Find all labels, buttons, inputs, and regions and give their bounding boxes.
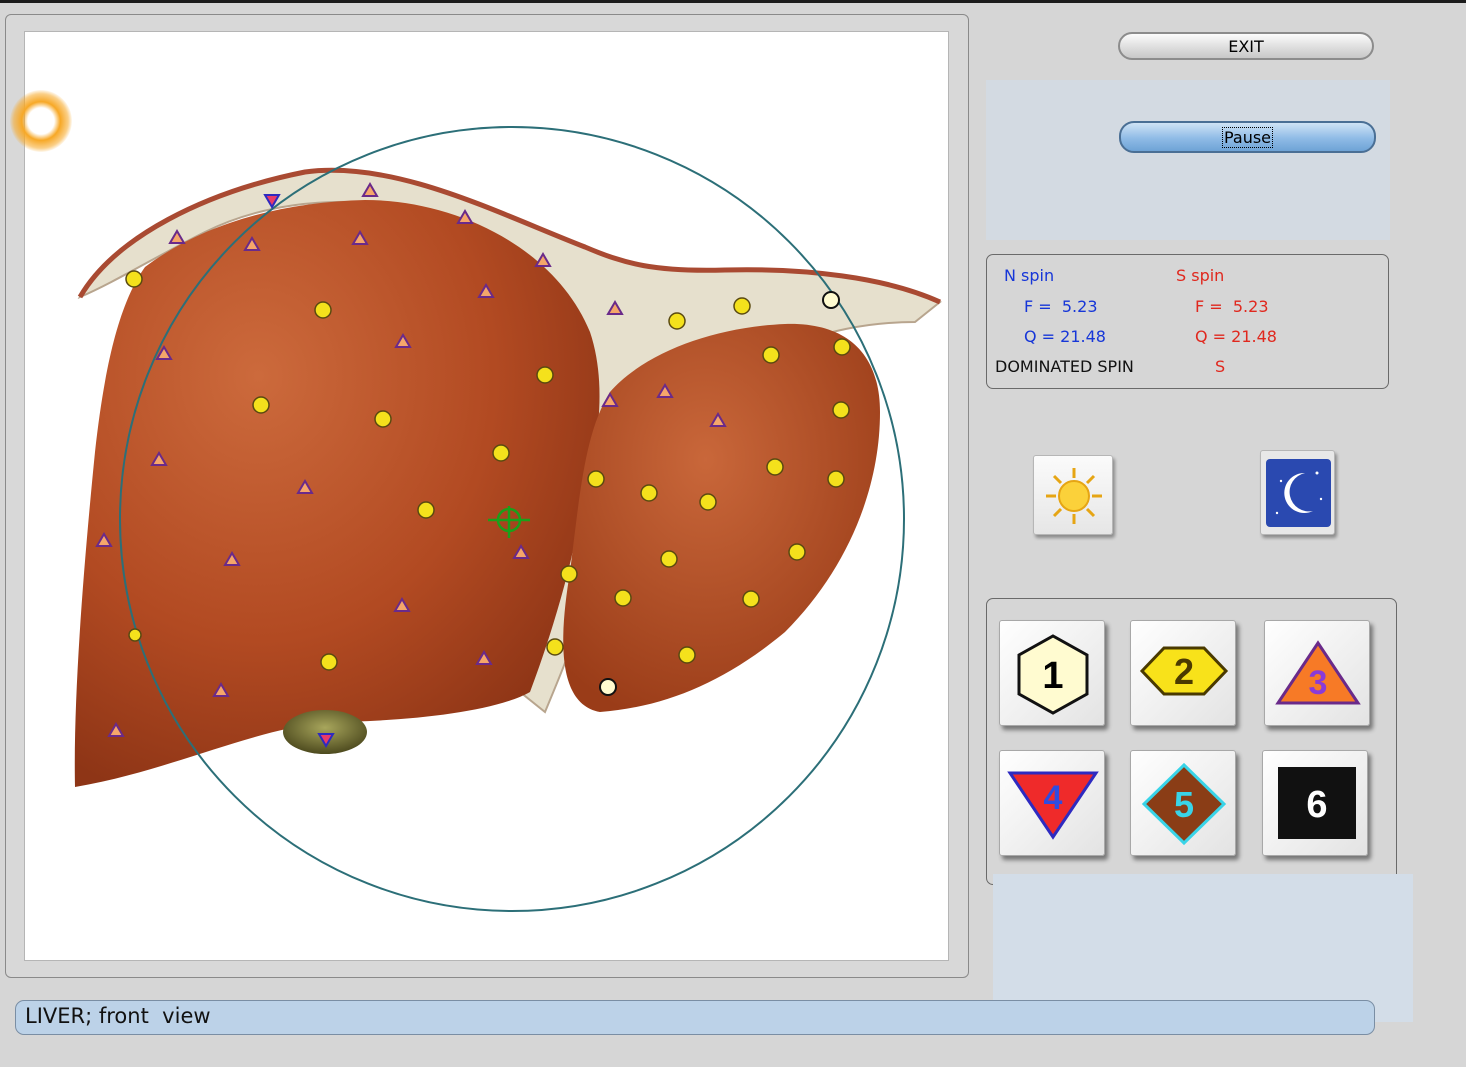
hexagon-1-button[interactable]: 1 <box>999 620 1105 726</box>
triangle-3-button[interactable]: 3 <box>1264 620 1370 726</box>
activity-glow-indicator <box>10 90 72 152</box>
pause-panel <box>986 80 1390 240</box>
diamond-5-button[interactable]: 5 <box>1130 750 1236 856</box>
exit-button[interactable]: EXIT <box>1118 32 1374 60</box>
shape-2-label: 2 <box>1174 651 1194 692</box>
n-spin-q: Q = 21.48 <box>1024 327 1106 346</box>
spin-info-panel: N spin F = 5.23 Q = 21.48 S spin F = 5.2… <box>986 254 1389 389</box>
s-spin-f: F = 5.23 <box>1195 297 1269 316</box>
shape-5-label: 5 <box>1174 784 1194 825</box>
top-border <box>0 0 1466 3</box>
gallbladder <box>283 710 367 754</box>
moon-icon <box>1266 459 1331 527</box>
shape-3-label: 3 <box>1309 664 1328 702</box>
anatomy-canvas[interactable] <box>24 31 949 961</box>
s-spin-q: Q = 21.48 <box>1195 327 1277 346</box>
liver-illustration <box>74 126 942 912</box>
sun-button[interactable] <box>1033 455 1113 535</box>
moon-button[interactable] <box>1260 450 1335 535</box>
n-spin-title: N spin <box>1004 266 1055 285</box>
triangle-3-icon: 3 <box>1275 640 1361 705</box>
pause-button-label: Pause <box>1221 127 1274 148</box>
sun-icon <box>1046 468 1102 524</box>
shape-1-label: 1 <box>1042 655 1063 697</box>
triangle-4-icon: 4 <box>1007 771 1099 840</box>
shape-6-label: 6 <box>1306 784 1327 826</box>
diamond-5-icon: 5 <box>1141 762 1227 846</box>
dominated-spin-label: DOMINATED SPIN <box>995 357 1134 376</box>
hexagon-2-button[interactable]: 2 <box>1130 620 1236 726</box>
hexagon-1-icon: 1 <box>1017 634 1089 715</box>
triangle-4-button[interactable]: 4 <box>999 750 1105 856</box>
s-spin-title: S spin <box>1176 266 1225 285</box>
n-spin-f: F = 5.23 <box>1024 297 1098 316</box>
square-6-icon: 6 <box>1278 767 1356 839</box>
hexagon-2-icon: 2 <box>1139 646 1229 696</box>
shape-4-label: 4 <box>1044 779 1063 817</box>
dominated-spin-value: S <box>1215 357 1226 376</box>
square-6-button[interactable]: 6 <box>1262 750 1368 856</box>
right-lobe <box>74 200 600 787</box>
pause-button[interactable]: Pause <box>1119 121 1376 153</box>
view-caption: LIVER; front view <box>15 1000 1375 1035</box>
